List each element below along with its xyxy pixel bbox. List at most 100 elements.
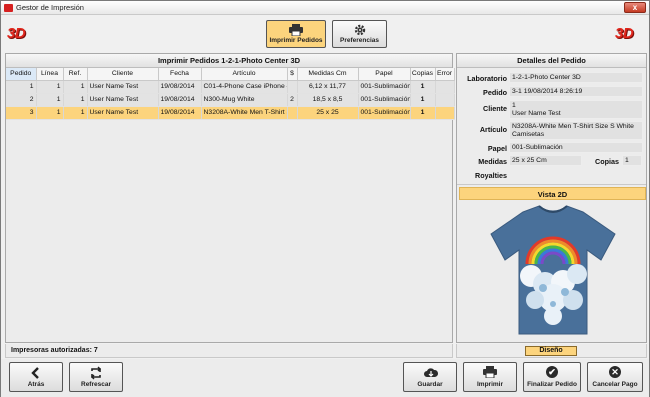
cell-dollar <box>287 106 298 120</box>
cloud-download-icon <box>423 366 439 380</box>
back-label: Atrás <box>27 381 45 388</box>
cell-copias: 1 <box>410 93 436 107</box>
print-button[interactable]: Imprimir <box>463 362 517 392</box>
column-header-copias[interactable]: Copias <box>410 68 436 81</box>
printer-icon <box>289 24 303 37</box>
brand-logo-left: 3D <box>7 25 26 42</box>
design-button[interactable]: Diseño <box>525 346 577 356</box>
cell-error <box>435 80 455 94</box>
copias-value: 1 <box>622 155 642 166</box>
table-header-row: Pedido Línea Ref. Cliente Fecha Artículo… <box>6 68 455 81</box>
cell-fecha: 19/08/2014 <box>158 80 202 94</box>
design-bar: Diseño <box>456 344 647 358</box>
orders-table: Pedido Línea Ref. Cliente Fecha Artículo… <box>6 68 455 120</box>
orders-panel: Imprimir Pedidos 1-2-1-Photo Center 3D P… <box>5 53 455 343</box>
finish-order-label: Finalizar Pedido <box>527 381 577 388</box>
laboratorio-label: Laboratorio <box>467 74 507 83</box>
medidas-value: 25 x 25 Cm <box>509 155 582 166</box>
orders-panel-title: Imprimir Pedidos 1-2-1-Photo Center 3D <box>6 54 452 68</box>
articulo-label: Artículo <box>479 125 507 134</box>
tshirt-preview-image <box>490 205 616 335</box>
cancel-payment-button[interactable]: ✕ Cancelar Pago <box>587 362 643 392</box>
cell-linea: 1 <box>36 80 64 94</box>
refresh-button[interactable]: Refrescar <box>69 362 123 392</box>
save-button[interactable]: Guardar <box>403 362 457 392</box>
chevron-left-icon <box>29 366 43 380</box>
cell-articulo: C01-4-Phone Case iPhone 4 <box>201 80 288 94</box>
cell-ref: 1 <box>63 93 88 107</box>
status-bar: Impresoras autorizadas: 7 <box>5 344 453 358</box>
cell-medidas: 6,12 x 11,77 <box>297 80 359 94</box>
column-header-pedido[interactable]: Pedido <box>6 68 37 81</box>
table-row[interactable]: 2 1 1 User Name Test 19/08/2014 N300-Mug… <box>6 93 455 107</box>
back-button[interactable]: Atrás <box>9 362 63 392</box>
refresh-icon <box>89 366 103 380</box>
articulo-line-1: N3208A-White Men T-Shirt Size S White <box>512 123 634 130</box>
cell-papel: 001-Sublimación <box>358 106 411 120</box>
cell-dollar: 2 <box>287 93 298 107</box>
column-header-medidas[interactable]: Medidas Cm <box>297 68 359 81</box>
finish-order-button[interactable]: ✔ Finalizar Pedido <box>523 362 581 392</box>
print-orders-button[interactable]: Imprimir Pedidos <box>266 20 326 48</box>
cell-ref: 1 <box>63 106 88 120</box>
brand-logo-right: 3D <box>615 25 634 42</box>
column-header-linea[interactable]: Línea <box>36 68 64 81</box>
cell-pedido: 2 <box>6 93 37 107</box>
cell-papel: 001-Sublimación <box>358 80 411 94</box>
laboratorio-value: 1-2-1-Photo Center 3D <box>509 72 643 83</box>
window-title: Gestor de Impresión <box>16 3 84 12</box>
cell-dollar <box>287 80 298 94</box>
table-row-selected[interactable]: 3 1 1 User Name Test 19/08/2014 N3208A-W… <box>6 106 455 120</box>
cell-cliente: User Name Test <box>87 93 159 107</box>
column-header-dollar[interactable]: $ <box>287 68 298 81</box>
cell-papel: 001-Sublimación <box>358 93 411 107</box>
print-label: Imprimir <box>476 381 503 388</box>
cell-copias: 1 <box>410 80 436 94</box>
cell-pedido: 3 <box>6 106 37 120</box>
print-orders-label: Imprimir Pedidos <box>269 37 323 44</box>
close-button[interactable]: x <box>624 2 646 13</box>
cell-articulo: N3208A-White Men T-Shirt S <box>201 106 288 120</box>
cell-ref: 1 <box>63 80 88 94</box>
preferences-label: Preferencias <box>339 37 380 44</box>
bottom-toolbar: Atrás Refrescar Guardar Imprimir ✔ Final… <box>1 359 649 397</box>
divider <box>457 184 646 185</box>
column-header-fecha[interactable]: Fecha <box>158 68 202 81</box>
cliente-value: 1 User Name Test <box>509 100 643 119</box>
authorized-printers-text: Impresoras autorizadas: 7 <box>11 347 98 354</box>
app-icon <box>4 4 13 12</box>
cell-cliente: User Name Test <box>87 106 159 120</box>
articulo-line-2: Camisetas <box>512 131 545 138</box>
column-header-error[interactable]: Error <box>435 68 455 81</box>
cell-fecha: 19/08/2014 <box>158 93 202 107</box>
pedido-label: Pedido <box>483 88 507 97</box>
cell-error <box>435 93 455 107</box>
cell-articulo: N300-Mug White <box>201 93 288 107</box>
cliente-name: User Name Test <box>512 110 561 117</box>
details-panel: Detalles del Pedido Laboratorio 1-2-1-Ph… <box>456 53 647 343</box>
column-header-papel[interactable]: Papel <box>358 68 411 81</box>
details-panel-title: Detalles del Pedido <box>457 54 646 68</box>
column-header-cliente[interactable]: Cliente <box>87 68 159 81</box>
column-header-articulo[interactable]: Artículo <box>201 68 288 81</box>
cell-pedido: 1 <box>6 80 37 94</box>
cell-fecha: 19/08/2014 <box>158 106 202 120</box>
table-row[interactable]: 1 1 1 User Name Test 19/08/2014 C01-4-Ph… <box>6 80 455 94</box>
check-circle-icon: ✔ <box>545 366 559 380</box>
articulo-value: N3208A-White Men T-Shirt Size S White Ca… <box>509 121 643 140</box>
cliente-id: 1 <box>512 102 516 109</box>
royalties-label: Royalties <box>475 171 507 180</box>
app-window: Gestor de Impresión x 3D 3D Imprimir Ped… <box>0 0 650 397</box>
cell-error <box>435 106 455 120</box>
preferences-button[interactable]: Preferencias <box>332 20 387 48</box>
cancel-payment-label: Cancelar Pago <box>592 381 638 388</box>
cell-medidas: 18,5 x 8,5 <box>297 93 359 107</box>
preview-header: Vista 2D <box>459 187 646 200</box>
gear-icon <box>353 24 367 36</box>
cell-linea: 1 <box>36 106 64 120</box>
column-header-ref[interactable]: Ref. <box>63 68 88 81</box>
cell-cliente: User Name Test <box>87 80 159 94</box>
medidas-label: Medidas <box>478 157 507 166</box>
copias-label: Copias <box>595 157 619 166</box>
pedido-value: 3-1 19/08/2014 8:26:19 <box>509 86 643 97</box>
